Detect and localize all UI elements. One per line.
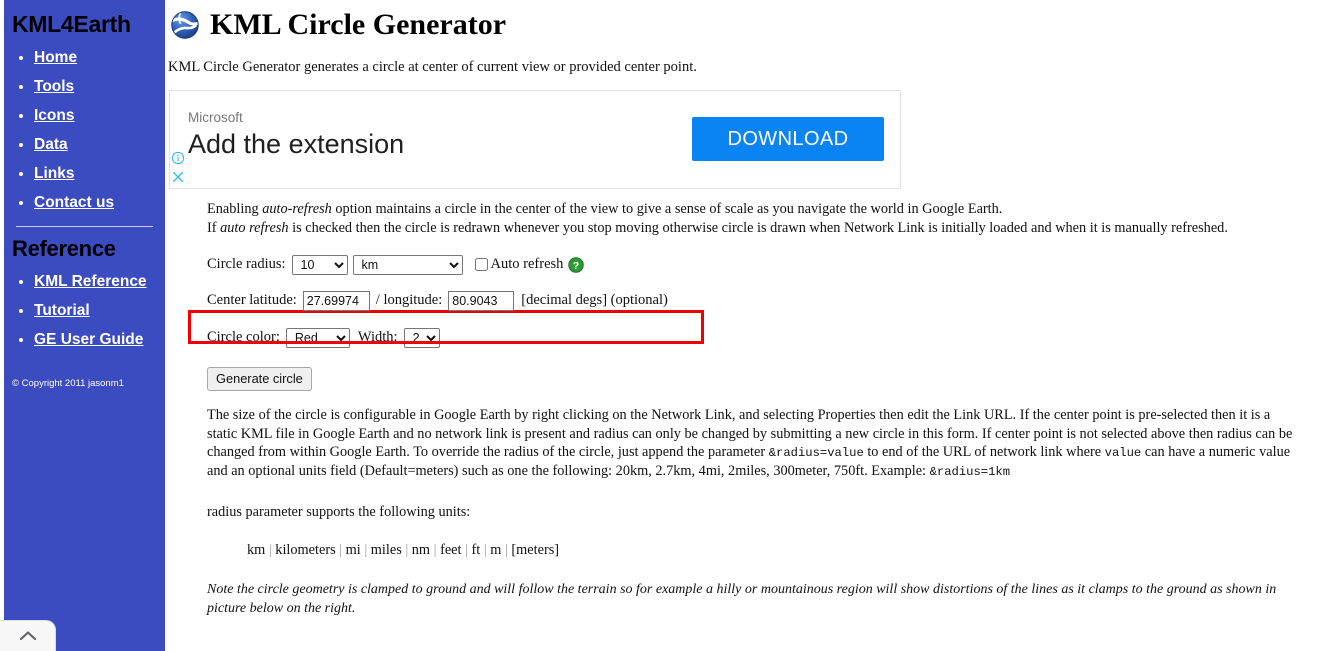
main-content: KML Circle Generator KML Circle Generato… bbox=[165, 0, 1341, 651]
sidebar-item-home[interactable]: Home bbox=[34, 49, 165, 67]
info-code-a: &radius=value bbox=[768, 446, 864, 461]
svg-text:?: ? bbox=[573, 260, 579, 272]
page-intro: KML Circle Generator generates a circle … bbox=[168, 59, 697, 75]
sidebar-reference-heading: Reference bbox=[12, 236, 116, 262]
auto-refresh-checkbox[interactable] bbox=[474, 258, 488, 272]
ad-brand: Microsoft bbox=[188, 110, 243, 125]
terrain-clamp-note: Note the circle geometry is clamped to g… bbox=[207, 582, 1277, 616]
center-coordinates-row: Center latitude: / longitude: [decimal d… bbox=[207, 287, 1341, 315]
auto-refresh-label: Auto refresh bbox=[490, 256, 564, 273]
sidebar-link-data[interactable]: Data bbox=[34, 136, 68, 153]
sidebar-link-contact-us[interactable]: Contact us bbox=[34, 194, 114, 211]
description-line-1: Enabling auto-refresh option maintains a… bbox=[207, 200, 1303, 219]
page-root: KML4Earth Home Tools Icons Data Links Co… bbox=[0, 0, 1341, 651]
unit-miles: miles bbox=[370, 542, 402, 559]
unit-kilometers: kilometers bbox=[275, 542, 336, 559]
generate-circle-button[interactable]: Generate circle bbox=[207, 366, 312, 391]
radius-unit-select[interactable]: km bbox=[352, 254, 463, 275]
circle-radius-select[interactable]: 10 bbox=[291, 254, 348, 275]
description-line-2: If auto refresh is checked then the circ… bbox=[207, 219, 1303, 238]
unit-m: m bbox=[490, 542, 502, 559]
desc-l1-a: Enabling bbox=[207, 201, 263, 217]
page-header: KML Circle Generator bbox=[165, 0, 1341, 42]
circle-color-select[interactable]: Red bbox=[285, 327, 350, 348]
desc-l2-b: is checked then the circle is redrawn wh… bbox=[288, 219, 1228, 236]
longitude-label: / longitude: bbox=[375, 292, 443, 309]
supported-units-list: km | kilometers | mi | miles | nm | feet… bbox=[247, 542, 560, 559]
sidebar-link-icons[interactable]: Icons bbox=[34, 107, 74, 124]
ad-close-icon[interactable] bbox=[171, 170, 185, 184]
info-code-c: &radius=1km bbox=[929, 465, 1011, 480]
coordinates-hint: [decimal degs] (optional) bbox=[521, 292, 668, 309]
unit-nm: nm bbox=[411, 542, 431, 559]
circle-radius-row: Circle radius: 10 km Auto refresh ? bbox=[207, 252, 1341, 278]
scroll-to-top-button[interactable] bbox=[0, 620, 56, 651]
circle-color-label: Circle color: bbox=[207, 329, 280, 346]
sidebar-item-data[interactable]: Data bbox=[34, 136, 165, 154]
unit-meters-default: [meters] bbox=[511, 542, 560, 559]
desc-l1-em: auto-refresh bbox=[262, 201, 332, 217]
desc-l2-em: auto refresh bbox=[220, 219, 289, 236]
ad-info-icon[interactable] bbox=[171, 151, 185, 165]
ad-download-button[interactable]: DOWNLOAD bbox=[692, 117, 884, 161]
sidebar-link-home[interactable]: Home bbox=[34, 49, 77, 66]
sidebar-item-links[interactable]: Links bbox=[34, 165, 165, 183]
sidebar-item-kml-reference[interactable]: KML Reference bbox=[34, 273, 165, 291]
advertisement-banner[interactable]: Microsoft Add the extension DOWNLOAD bbox=[169, 90, 901, 189]
google-earth-globe-icon bbox=[168, 8, 202, 42]
sidebar-reference-nav: KML Reference Tutorial GE User Guide bbox=[4, 273, 165, 349]
page-title: KML Circle Generator bbox=[210, 8, 507, 41]
configuration-info-paragraph: The size of the circle is configurable i… bbox=[207, 406, 1299, 481]
longitude-input[interactable] bbox=[448, 290, 515, 311]
info-text-b: to end of the URL of network link where bbox=[863, 444, 1105, 461]
latitude-input[interactable] bbox=[302, 290, 370, 311]
desc-l1-b: option maintains a circle in the center … bbox=[331, 201, 1003, 217]
sidebar-item-icons[interactable]: Icons bbox=[34, 107, 165, 125]
circle-width-label: Width: bbox=[357, 329, 398, 346]
circle-form: Circle radius: 10 km Auto refresh ? Cent… bbox=[165, 252, 1341, 391]
sidebar-item-tools[interactable]: Tools bbox=[34, 78, 165, 96]
ad-headline: Add the extension bbox=[188, 128, 405, 159]
unit-feet: feet bbox=[440, 542, 462, 559]
sidebar-link-links[interactable]: Links bbox=[34, 165, 74, 182]
info-code-b: value bbox=[1104, 446, 1142, 461]
sidebar-link-tools[interactable]: Tools bbox=[34, 78, 74, 95]
units-intro-text: radius parameter supports the following … bbox=[207, 504, 471, 521]
sidebar-nav: Home Tools Icons Data Links Contact us bbox=[4, 49, 165, 212]
sidebar: KML4Earth Home Tools Icons Data Links Co… bbox=[4, 0, 165, 651]
sidebar-link-kml-reference[interactable]: KML Reference bbox=[34, 273, 147, 290]
site-brand: KML4Earth bbox=[12, 11, 131, 37]
sidebar-item-tutorial[interactable]: Tutorial bbox=[34, 302, 165, 320]
desc-l2-a: If bbox=[207, 219, 221, 236]
sidebar-link-tutorial[interactable]: Tutorial bbox=[34, 302, 90, 319]
unit-ft: ft bbox=[471, 542, 481, 559]
copyright-notice: © Copyright 2011 jasonm1 bbox=[12, 378, 124, 390]
sidebar-item-contact-us[interactable]: Contact us bbox=[34, 194, 165, 212]
circle-radius-label: Circle radius: bbox=[207, 256, 286, 273]
sidebar-item-ge-user-guide[interactable]: GE User Guide bbox=[34, 331, 165, 349]
ad-text-block: Microsoft Add the extension bbox=[188, 109, 404, 161]
sidebar-link-ge-user-guide[interactable]: GE User Guide bbox=[34, 331, 143, 348]
unit-mi: mi bbox=[345, 542, 361, 559]
auto-refresh-description: Enabling auto-refresh option maintains a… bbox=[207, 200, 1303, 238]
unit-km: km bbox=[247, 542, 266, 559]
circle-width-select[interactable]: 2 bbox=[403, 327, 440, 348]
circle-color-row: Circle color: Red Width: 2 bbox=[207, 325, 1341, 351]
chevron-up-icon bbox=[18, 629, 38, 643]
help-question-icon[interactable]: ? bbox=[568, 257, 585, 273]
center-latitude-label: Center latitude: bbox=[207, 292, 297, 309]
